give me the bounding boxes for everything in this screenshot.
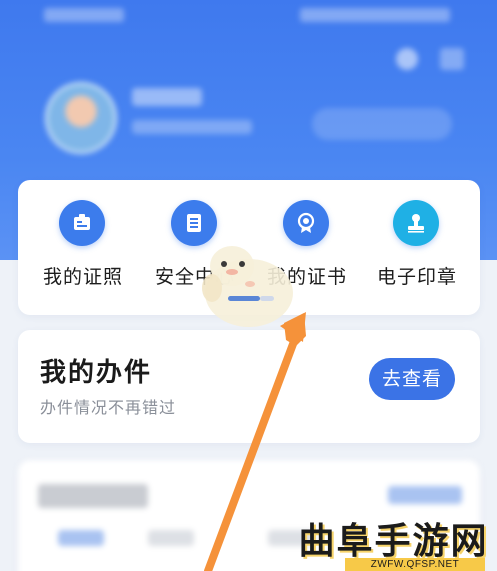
- lower-section-title-blurred: [38, 484, 148, 508]
- avatar[interactable]: [45, 82, 117, 154]
- my-tasks-subtitle: 办件情况不再错过: [40, 398, 177, 417]
- view-tasks-button[interactable]: 去查看: [369, 358, 455, 400]
- status-bar-time-blurred: [44, 8, 124, 22]
- watermark: 曲阜手游网 ZWFW.QFSP.NET: [290, 512, 497, 571]
- my-tasks-card: 我的办件 办件情况不再错过 去查看: [18, 330, 480, 443]
- lower-section-tab-blurred[interactable]: [148, 530, 194, 546]
- service-my-licenses[interactable]: 我的证照: [28, 200, 138, 290]
- service-label: 电子印章: [376, 266, 457, 288]
- id-card-icon: [59, 200, 105, 246]
- message-icon[interactable]: [440, 48, 464, 70]
- stamp-icon: [393, 200, 439, 246]
- service-electronic-seal[interactable]: 电子印章: [362, 200, 472, 290]
- user-id-blurred: [132, 120, 252, 134]
- lower-section-tab-blurred[interactable]: [58, 530, 104, 546]
- lower-section-link-blurred[interactable]: [388, 486, 462, 504]
- loading-mascot-icon: [202, 246, 293, 327]
- my-tasks-title: 我的办件: [40, 358, 153, 388]
- settings-icon[interactable]: [396, 48, 418, 70]
- status-bar-icons-blurred: [300, 8, 450, 22]
- watermark-logo-text: 曲阜手游网: [298, 520, 489, 562]
- user-name-blurred: [132, 88, 202, 106]
- service-label: 我的证照: [42, 266, 123, 288]
- watermark-url: ZWFW.QFSP.NET: [345, 558, 485, 571]
- header-action-button-blurred[interactable]: [312, 108, 452, 140]
